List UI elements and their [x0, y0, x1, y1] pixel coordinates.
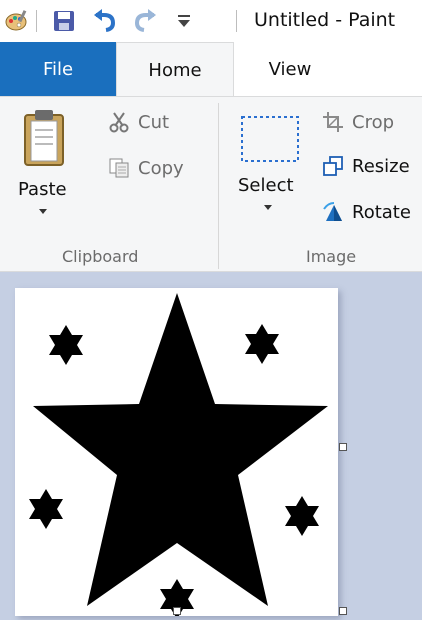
small-star-shape — [245, 324, 279, 364]
crop-label: Crop — [352, 111, 395, 133]
toolbar-separator — [236, 10, 237, 32]
crop-button[interactable]: Crop — [322, 109, 394, 135]
canvas-workspace[interactable] — [0, 272, 422, 619]
tab-view[interactable]: View — [234, 42, 346, 96]
resize-icon — [323, 156, 343, 176]
image-group-label: Image — [306, 247, 357, 266]
clipboard-paste-icon — [24, 110, 64, 166]
rotate-button[interactable]: Rotate — [322, 199, 411, 225]
copy-label: Copy — [138, 157, 184, 179]
select-button[interactable]: Select — [236, 113, 304, 223]
clipboard-group-label: Clipboard — [62, 247, 139, 266]
copy-button[interactable]: Copy — [108, 155, 184, 181]
drawing-content — [29, 293, 328, 619]
drawing-canvas[interactable] — [15, 288, 338, 619]
small-star-shape — [285, 496, 319, 536]
rotate-icon — [323, 202, 342, 221]
group-separator — [218, 103, 219, 269]
crop-icon — [323, 112, 343, 132]
title-bar: Untitled - Paint — [0, 0, 422, 42]
tab-home[interactable]: Home — [116, 42, 234, 97]
tab-file[interactable]: File — [0, 42, 116, 96]
copy-icon — [109, 158, 129, 178]
paste-label: Paste — [18, 179, 67, 200]
customize-dropdown-icon[interactable] — [172, 9, 196, 33]
redo-arrow-icon[interactable] — [134, 9, 158, 33]
cut-label: Cut — [138, 111, 170, 133]
chevron-down-icon — [264, 205, 272, 210]
resize-button[interactable]: Resize — [322, 153, 410, 179]
cut-button[interactable]: Cut — [108, 109, 169, 135]
rotate-label: Rotate — [352, 201, 411, 223]
canvas-resize-handle-corner[interactable] — [339, 607, 347, 615]
ribbon-home: Paste Cut Copy Clipboard Select Crop Res… — [0, 96, 422, 272]
save-disk-icon[interactable] — [52, 9, 76, 33]
select-label: Select — [238, 175, 294, 196]
paste-button[interactable]: Paste — [12, 107, 78, 223]
toolbar-separator — [36, 10, 37, 32]
canvas-resize-handle-right[interactable] — [339, 443, 347, 451]
chevron-down-icon — [39, 209, 47, 214]
ribbon-tabs: File Home View — [0, 42, 422, 97]
small-star-shape — [29, 489, 63, 529]
canvas-resize-handle-bottom[interactable] — [173, 607, 181, 615]
small-star-shape — [49, 325, 83, 365]
window-title: Untitled - Paint — [254, 9, 396, 31]
undo-arrow-icon[interactable] — [92, 9, 116, 33]
scissors-icon — [109, 112, 129, 133]
paint-palette-icon[interactable] — [4, 9, 28, 33]
selection-rectangle-icon — [241, 116, 299, 162]
resize-label: Resize — [352, 155, 410, 177]
